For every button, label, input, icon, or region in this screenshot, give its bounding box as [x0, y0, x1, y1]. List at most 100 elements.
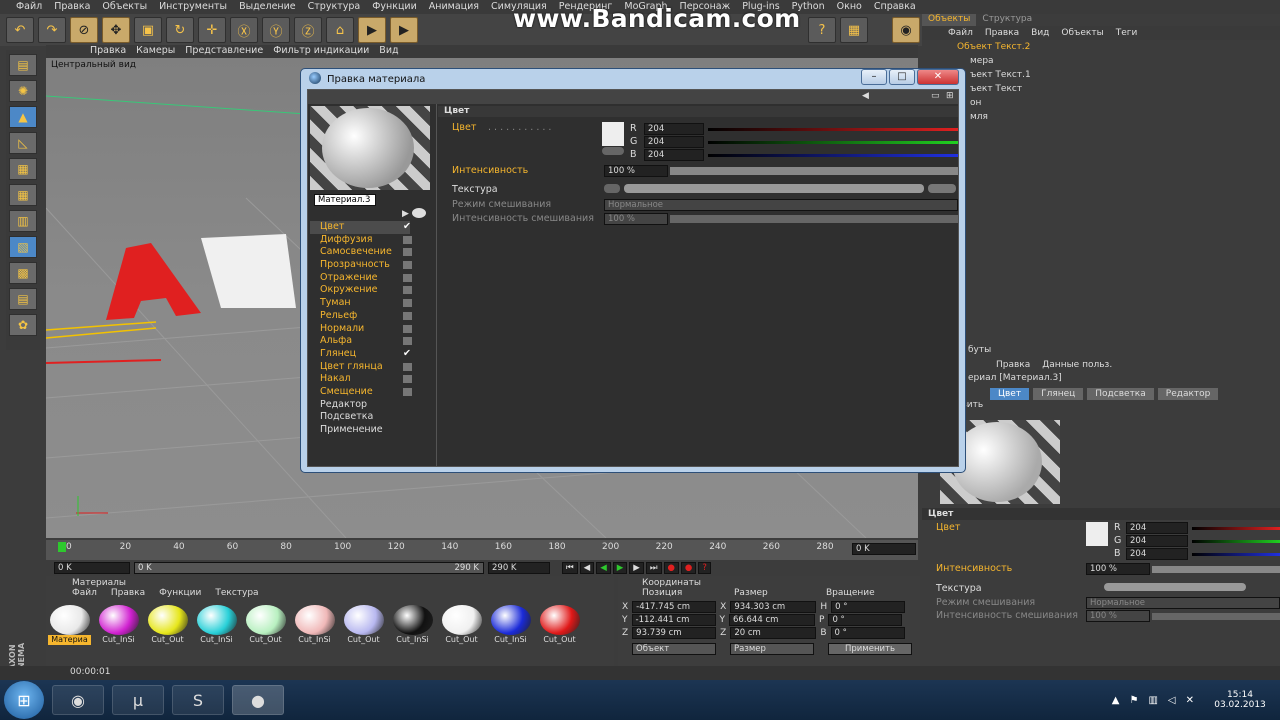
live-select-icon[interactable]: ✛: [198, 17, 226, 43]
rotation-field[interactable]: 0 °: [831, 600, 906, 613]
attr-intensity-slider[interactable]: [1152, 566, 1280, 573]
range-slider[interactable]: 0 K 290 K: [134, 562, 484, 574]
objects-tab[interactable]: Структура: [976, 14, 1038, 26]
checkbox[interactable]: [403, 324, 412, 333]
attributes-menu-item[interactable]: Данные польз.: [1042, 358, 1112, 372]
edges-mode-icon[interactable]: ◺: [9, 132, 37, 154]
object-item[interactable]: Объект Текст.2: [922, 40, 1280, 54]
attr-intensity-field[interactable]: 100 %: [1086, 563, 1150, 575]
maximize-button[interactable]: □: [889, 69, 915, 85]
material-swatch[interactable]: Cut_InSi: [391, 605, 434, 645]
checkbox[interactable]: [403, 362, 412, 371]
rotate-tool-icon[interactable]: ↻: [166, 17, 194, 43]
rotation-field[interactable]: 0 °: [830, 626, 905, 639]
next-key-icon[interactable]: ▶: [629, 562, 644, 574]
timeline-playhead[interactable]: [58, 542, 66, 552]
tray-mic-icon[interactable]: ✕: [1186, 695, 1194, 706]
position-field[interactable]: -417.745 cm: [632, 600, 717, 613]
objects-menu-item[interactable]: Правка: [985, 26, 1019, 40]
size-field[interactable]: 20 cm: [730, 626, 817, 639]
viewport-menu-item[interactable]: Представление: [185, 45, 263, 58]
autokey-icon[interactable]: ●: [680, 562, 697, 574]
objects-menu-item[interactable]: Объекты: [1061, 26, 1103, 40]
texture-browse-button[interactable]: [928, 184, 956, 193]
menu-item[interactable]: Структура: [308, 0, 361, 14]
points-mode-icon[interactable]: ▲: [9, 106, 37, 128]
preview-menu-icon[interactable]: ▶: [402, 209, 409, 219]
object-item[interactable]: мера: [922, 54, 1280, 68]
menu-item[interactable]: Анимация: [429, 0, 479, 14]
checker-icon[interactable]: ▩: [9, 262, 37, 284]
polygons-mode-icon[interactable]: ▦: [9, 158, 37, 180]
coordinate-mode-select[interactable]: Объект: [632, 643, 716, 655]
attributes-menu-item[interactable]: Правка: [996, 358, 1030, 372]
b-slider[interactable]: [708, 154, 958, 157]
dialog-expand-icon[interactable]: ⊞: [946, 91, 954, 101]
g-slider[interactable]: [708, 141, 958, 144]
viewport-menu-item[interactable]: Правка: [90, 45, 126, 58]
channel-item[interactable]: Применение: [310, 424, 410, 437]
material-swatch[interactable]: Cut_InSi: [195, 605, 238, 645]
tray-volume-icon[interactable]: ◁: [1168, 695, 1176, 706]
start-frame-field[interactable]: 0 K: [54, 562, 130, 574]
redo-icon[interactable]: ↷: [38, 17, 66, 43]
y-axis-icon[interactable]: Ⓨ: [262, 17, 290, 43]
b-field[interactable]: 204: [644, 149, 704, 161]
object-mode-icon[interactable]: ✺: [9, 80, 37, 102]
attributes-tab[interactable]: Редактор: [1157, 388, 1219, 400]
record-icon[interactable]: ●: [663, 562, 679, 574]
viewport-menu-item[interactable]: Вид: [379, 45, 398, 58]
menu-item[interactable]: Файл: [16, 0, 42, 14]
current-frame-field[interactable]: 0 K: [852, 543, 916, 555]
r-slider[interactable]: [708, 128, 958, 131]
materials-menu-item[interactable]: Правка: [111, 588, 145, 600]
move-tool-icon[interactable]: ✥: [102, 17, 130, 43]
material-swatch[interactable]: Cut_Out: [244, 605, 287, 645]
intensity-field[interactable]: 100 %: [604, 165, 668, 177]
play-back-icon[interactable]: ◀: [596, 562, 611, 574]
menu-item[interactable]: Правка: [54, 0, 90, 14]
size-mode-select[interactable]: Размер: [730, 643, 814, 655]
channel-item[interactable]: Глянец ✔: [310, 348, 412, 361]
checkbox[interactable]: [403, 299, 412, 308]
checkbox[interactable]: [403, 337, 412, 346]
channel-item[interactable]: Отражение: [310, 272, 412, 285]
attr-color-swatch[interactable]: [1086, 522, 1108, 546]
menu-item[interactable]: Выделение: [239, 0, 296, 14]
axis-icon[interactable]: ▥: [9, 210, 37, 232]
checkbox[interactable]: [403, 273, 412, 282]
channel-item[interactable]: Цвет ✔: [310, 221, 411, 234]
tray-expand-icon[interactable]: ▲: [1112, 695, 1120, 706]
camera-icon[interactable]: ◉: [892, 17, 920, 43]
keyframe-icon[interactable]: ?: [698, 562, 711, 574]
close-button[interactable]: ✕: [917, 69, 959, 85]
intensity-slider[interactable]: [670, 167, 958, 175]
channel-item[interactable]: Цвет глянца: [310, 361, 412, 374]
object-item[interactable]: он: [922, 96, 1280, 110]
select-tool-icon[interactable]: ⊘: [70, 17, 98, 43]
channel-item[interactable]: Смещение: [310, 386, 412, 399]
channel-item[interactable]: Самосвечение: [310, 246, 412, 259]
objects-menu-item[interactable]: Вид: [1031, 26, 1049, 40]
channel-item[interactable]: Накал: [310, 373, 412, 386]
color-picker-button[interactable]: [602, 147, 624, 155]
menu-item[interactable]: Справка: [874, 0, 916, 14]
material-swatch[interactable]: Cut_Out: [146, 605, 189, 645]
material-swatch[interactable]: Cut_Out: [342, 605, 385, 645]
channel-item[interactable]: Туман: [310, 297, 412, 310]
attr-r-field[interactable]: 204: [1126, 522, 1188, 534]
x-axis-icon[interactable]: Ⓧ: [230, 17, 258, 43]
model-mode-icon[interactable]: ▤: [9, 54, 37, 76]
texture-menu-button[interactable]: [604, 184, 620, 193]
checkbox[interactable]: [403, 387, 412, 396]
material-swatch[interactable]: Cut_Out: [440, 605, 483, 645]
material-swatch[interactable]: Cut_Out: [538, 605, 581, 645]
blend-strength-slider[interactable]: [670, 215, 958, 223]
menu-item[interactable]: Инструменты: [159, 0, 227, 14]
chrome-icon[interactable]: ◉: [52, 685, 104, 715]
attributes-tab[interactable]: Подсветка: [1087, 388, 1154, 400]
objects-tab[interactable]: Объекты: [922, 14, 977, 26]
r-field[interactable]: 204: [644, 123, 704, 135]
check-icon[interactable]: ✔: [403, 348, 412, 359]
channel-item[interactable]: Подсветка: [310, 411, 410, 424]
